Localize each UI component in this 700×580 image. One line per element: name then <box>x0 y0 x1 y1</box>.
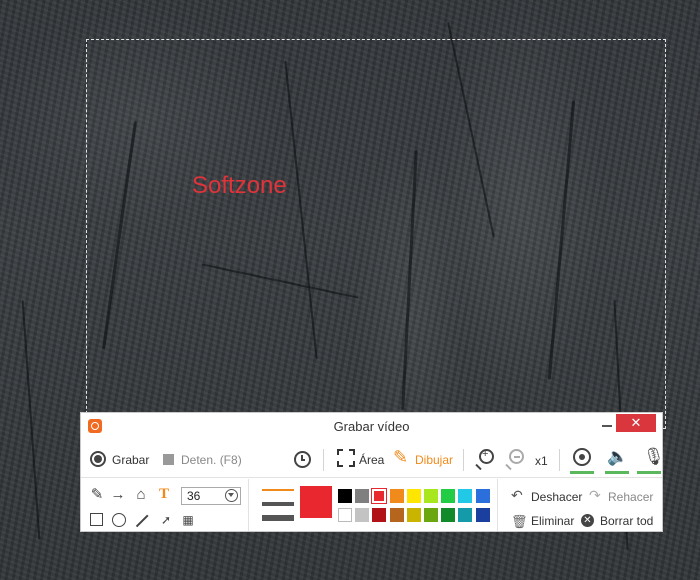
draw-button[interactable]: Dibujar <box>415 453 453 467</box>
color-swatch[interactable] <box>458 489 473 503</box>
color-swatch[interactable] <box>475 489 490 503</box>
line-width-thin[interactable] <box>262 489 294 491</box>
color-swatch[interactable] <box>475 508 490 522</box>
font-size-value: 36 <box>187 489 201 503</box>
rectangle-tool-icon[interactable] <box>90 513 103 526</box>
stop-button[interactable]: Deten. (F8) <box>181 453 242 467</box>
color-swatch[interactable] <box>355 508 370 522</box>
undo-icon[interactable]: ↶ <box>511 487 523 504</box>
undo-button[interactable]: Deshacer <box>531 490 582 504</box>
chevron-down-icon[interactable] <box>225 489 238 502</box>
area-button[interactable]: Área <box>359 453 384 467</box>
redo-button[interactable]: Rehacer <box>608 490 653 504</box>
trash-icon[interactable]: 🗑 <box>511 514 528 530</box>
line-width-medium[interactable] <box>262 502 294 506</box>
color-swatch[interactable] <box>371 488 388 504</box>
zoom-out-handle <box>505 463 512 471</box>
callout-cursor-icon[interactable]: ➚ <box>158 512 174 528</box>
color-swatch[interactable] <box>355 489 370 503</box>
stop-icon[interactable] <box>163 454 174 465</box>
close-button[interactable]: ✕ <box>616 414 656 432</box>
toolbar-divider <box>323 449 324 471</box>
color-swatch[interactable] <box>338 508 352 522</box>
highlighter-icon[interactable]: ⌂ <box>133 487 149 503</box>
main-toolbar: Grabar Deten. (F8) Área ✎ Dibujar x1 🔈 🎙 <box>81 443 665 478</box>
record-button[interactable]: Grabar <box>112 453 149 467</box>
zoom-level: x1 <box>535 454 548 468</box>
redo-icon[interactable]: ↷ <box>589 487 601 504</box>
color-swatch[interactable] <box>441 508 456 522</box>
area-select-icon[interactable] <box>337 449 355 467</box>
toolbar-divider <box>559 449 560 471</box>
color-swatch[interactable] <box>424 508 438 522</box>
webcam-indicator <box>570 471 594 474</box>
color-swatch[interactable] <box>406 489 421 503</box>
zoom-out-icon[interactable] <box>509 449 524 464</box>
zoom-in-icon[interactable] <box>479 448 494 464</box>
mic-indicator <box>637 471 661 474</box>
drawing-toolbar: ✎ → ⌂ T 36 ➚ ▦ ↶ Deshacer ↷ Rehacer 🗑 El… <box>81 479 662 531</box>
system-audio-icon[interactable]: 🔈 <box>607 447 628 467</box>
ellipse-tool-icon[interactable] <box>112 513 126 527</box>
color-swatch[interactable] <box>424 489 438 503</box>
clear-all-button[interactable]: Borrar tod <box>600 514 653 528</box>
recorder-panel: Grabar vídeo ✕ Grabar Deten. (F8) Área ✎… <box>80 412 665 532</box>
toolbar-divider <box>497 479 498 531</box>
pen-icon[interactable]: ✎ <box>89 487 105 503</box>
color-swatch[interactable] <box>389 489 404 503</box>
microphone-icon[interactable]: 🎙 <box>643 447 665 467</box>
zoom-in-handle <box>475 463 482 471</box>
blur-tool-icon[interactable]: ▦ <box>180 512 196 528</box>
color-swatch[interactable] <box>458 508 473 522</box>
schedule-clock-icon[interactable] <box>294 451 311 468</box>
minimize-button[interactable] <box>602 425 612 427</box>
pencil-icon[interactable]: ✎ <box>393 447 408 468</box>
record-icon[interactable] <box>90 451 106 467</box>
color-swatch[interactable] <box>406 508 421 522</box>
toolbar-divider <box>463 449 464 471</box>
color-swatch[interactable] <box>372 508 387 522</box>
color-swatch[interactable] <box>338 489 352 503</box>
title-bar[interactable]: Grabar vídeo ✕ <box>81 413 662 441</box>
clear-all-icon[interactable]: ✕ <box>581 514 594 527</box>
recording-area-selection[interactable] <box>86 39 666 429</box>
color-swatch[interactable] <box>389 508 404 522</box>
annotation-text[interactable]: Softzone <box>192 172 287 200</box>
arrow-icon[interactable]: → <box>110 487 126 503</box>
audio-indicator <box>605 471 629 474</box>
line-tool-icon[interactable] <box>135 514 149 527</box>
text-tool-icon[interactable]: T <box>156 486 172 502</box>
current-color-swatch[interactable] <box>300 486 332 518</box>
font-size-select[interactable]: 36 <box>181 487 241 505</box>
color-swatch[interactable] <box>441 489 456 503</box>
line-width-thick[interactable] <box>262 515 294 521</box>
webcam-icon[interactable] <box>573 448 591 466</box>
toolbar-divider <box>248 479 249 531</box>
rock-texture <box>21 300 41 540</box>
delete-button[interactable]: Eliminar <box>531 514 574 528</box>
window-title: Grabar vídeo <box>333 419 410 434</box>
